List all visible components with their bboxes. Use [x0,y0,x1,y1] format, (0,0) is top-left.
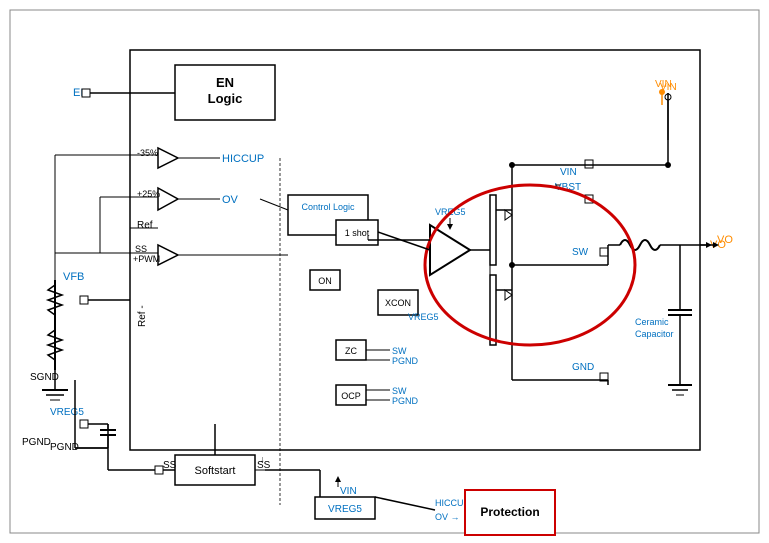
svg-text:VIN: VIN [655,79,672,90]
svg-text:SW: SW [392,346,407,356]
svg-text:SW: SW [392,386,407,396]
svg-text:HICCUP: HICCUP [222,153,264,165]
svg-text:ON: ON [318,276,332,286]
svg-text:EN: EN [216,75,234,90]
svg-text:Control Logic: Control Logic [301,202,355,212]
svg-text:SW: SW [572,247,589,258]
svg-text:+PWM: +PWM [133,254,160,264]
svg-text:Ceramic: Ceramic [635,317,669,327]
svg-text:OCP: OCP [341,391,361,401]
svg-text:OV →: OV → [435,512,460,522]
svg-text:VIN: VIN [560,167,577,178]
svg-text:1 shot: 1 shot [345,228,370,238]
svg-text:XCON: XCON [385,298,411,308]
svg-text:Logic: Logic [208,91,243,106]
svg-text:Softstart: Softstart [195,465,236,477]
svg-text:PGND: PGND [392,356,419,366]
svg-text:Ref: Ref [137,220,153,231]
svg-text:PGND: PGND [392,396,419,406]
svg-text:Ref -: Ref - [137,305,148,327]
svg-text:VREG5: VREG5 [328,504,362,515]
svg-text:VIN: VIN [340,486,357,497]
svg-text:VO: VO [717,234,733,246]
diagram-container: EN Logic EN -35% HICCUP +25% OV Ref SS +… [0,0,769,543]
svg-text:↓: ↓ [260,454,265,464]
svg-text:-35%: -35% [137,148,158,158]
svg-text:VREG5: VREG5 [50,407,84,418]
svg-text:Protection: Protection [480,505,539,519]
svg-text:OV: OV [222,194,239,206]
svg-text:VFB: VFB [63,271,84,283]
svg-text:GND: GND [572,362,594,373]
svg-text:ZC: ZC [345,346,357,356]
svg-text:VREG5: VREG5 [408,312,439,322]
svg-text:PGND: PGND [22,437,51,448]
svg-text:Capacitor: Capacitor [635,329,674,339]
